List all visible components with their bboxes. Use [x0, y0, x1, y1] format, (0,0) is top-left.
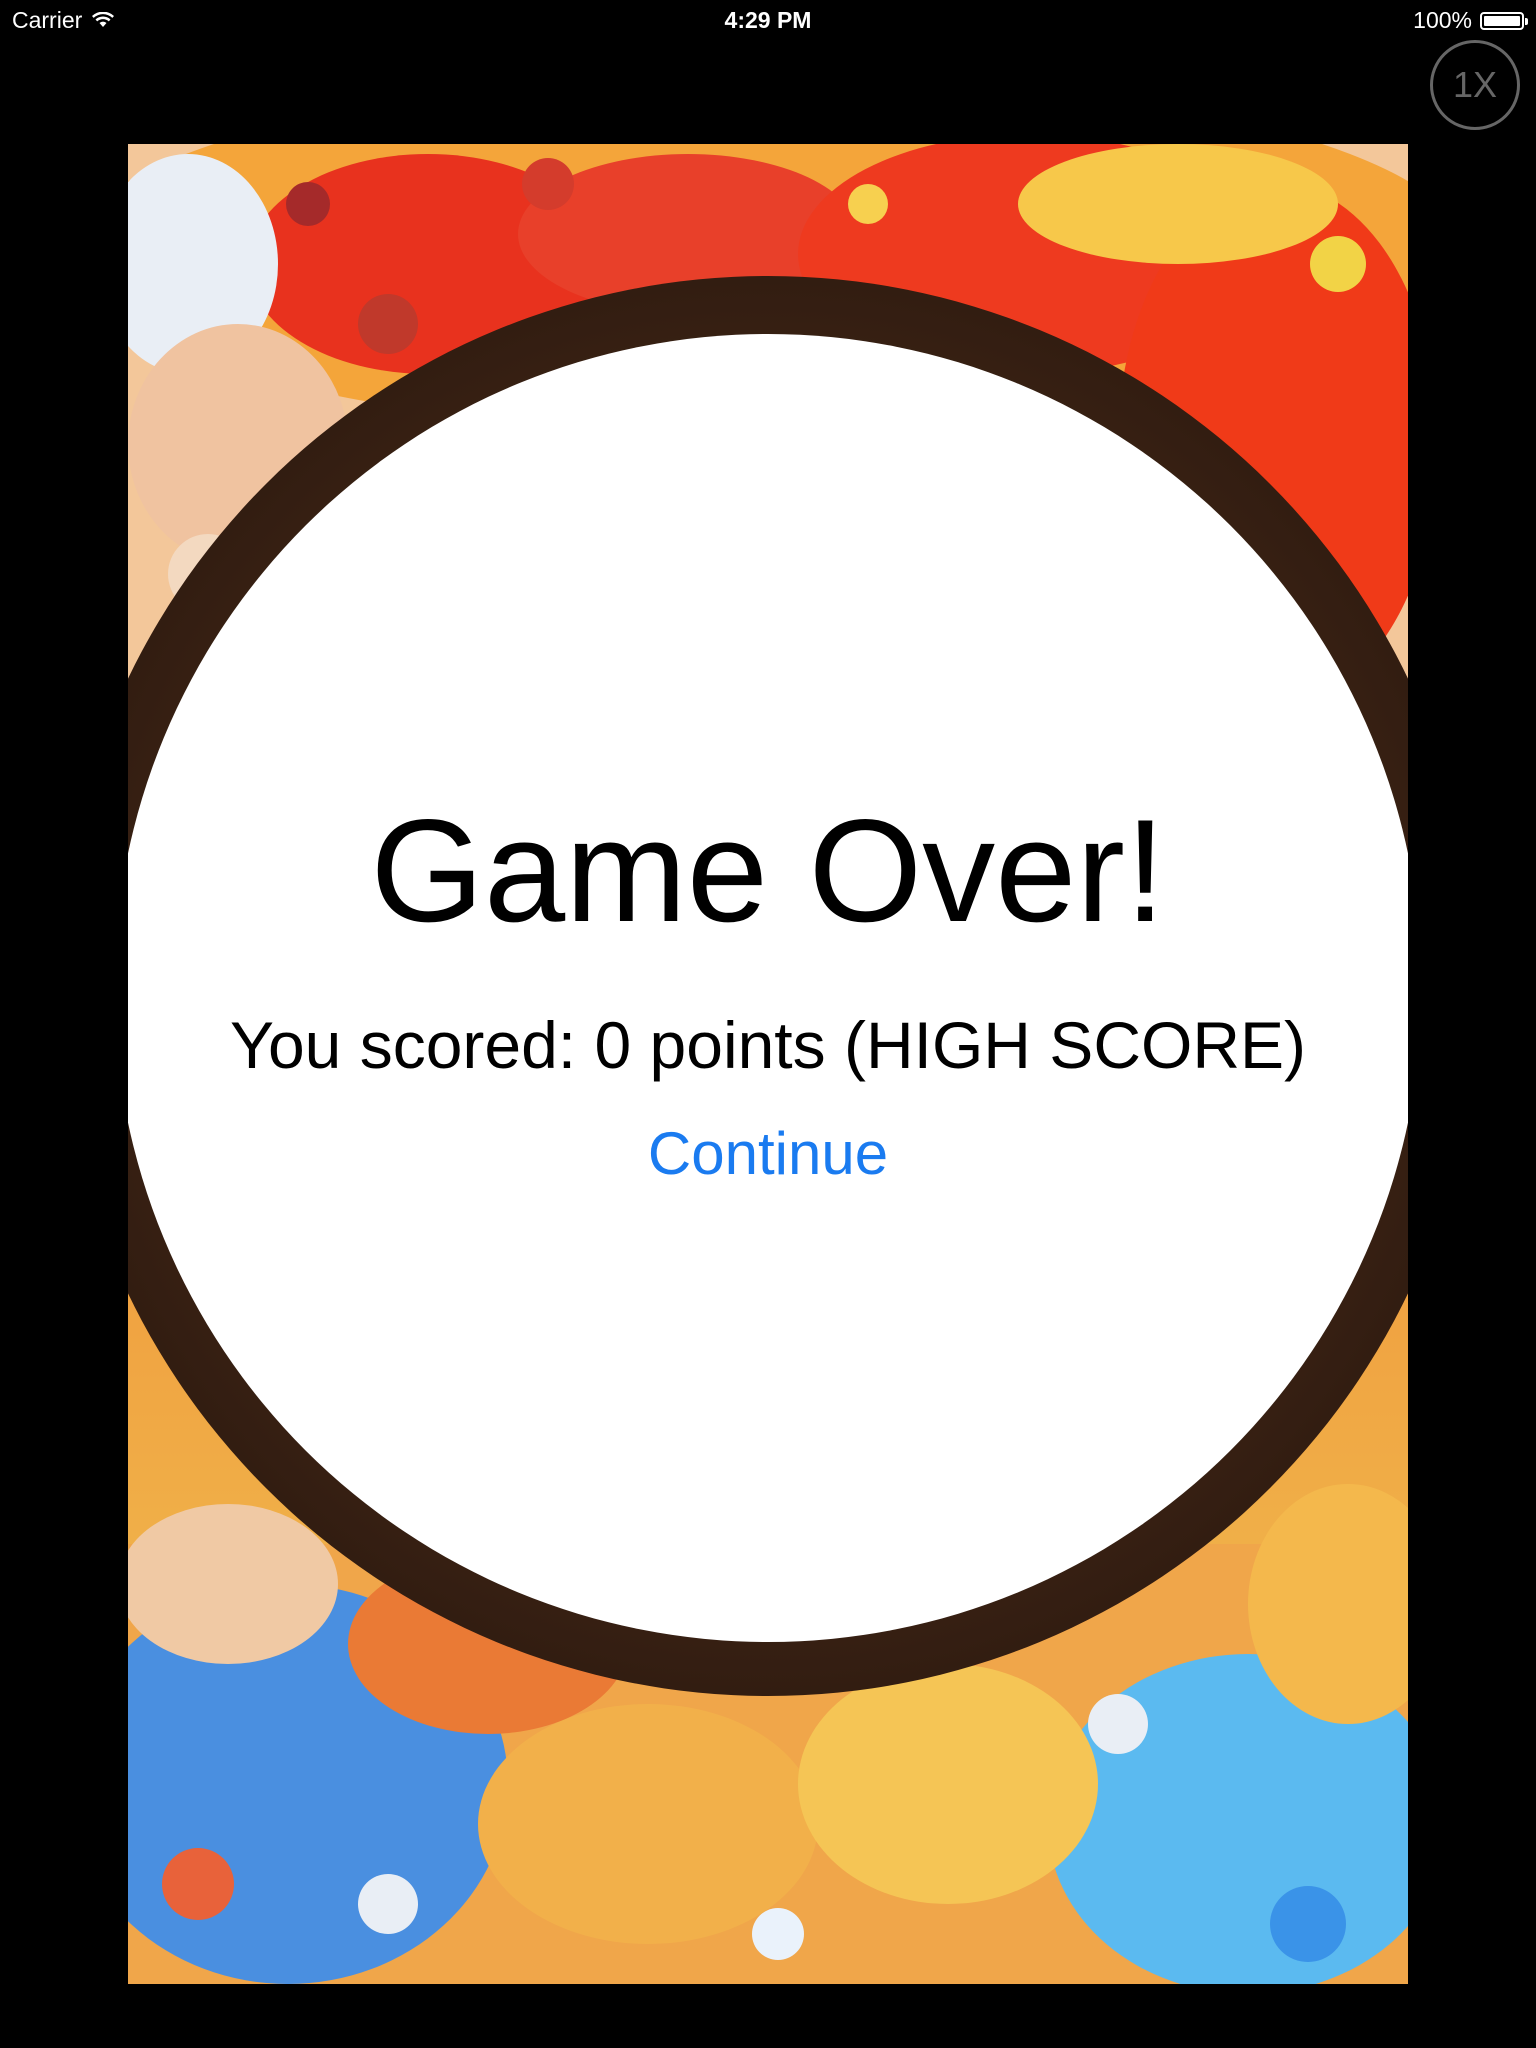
- status-time: 4:29 PM: [724, 7, 812, 33]
- game-over-title: Game Over!: [370, 789, 1166, 952]
- continue-button[interactable]: Continue: [618, 1114, 918, 1194]
- zoom-1x-button[interactable]: 1X: [1430, 40, 1520, 130]
- battery-percent: 100%: [1413, 7, 1472, 33]
- score-text: You scored: 0 points (HIGH SCORE): [230, 1008, 1306, 1082]
- game-over-panel: Game Over! You scored: 0 points (HIGH SC…: [128, 144, 1408, 1984]
- battery-icon: [1480, 11, 1528, 30]
- status-right: 100%: [1413, 7, 1528, 34]
- status-bar: Carrier 4:29 PM 100%: [0, 0, 1536, 40]
- battery-fill: [1484, 15, 1520, 26]
- game-screen: Game Over! You scored: 0 points (HIGH SC…: [128, 144, 1408, 1984]
